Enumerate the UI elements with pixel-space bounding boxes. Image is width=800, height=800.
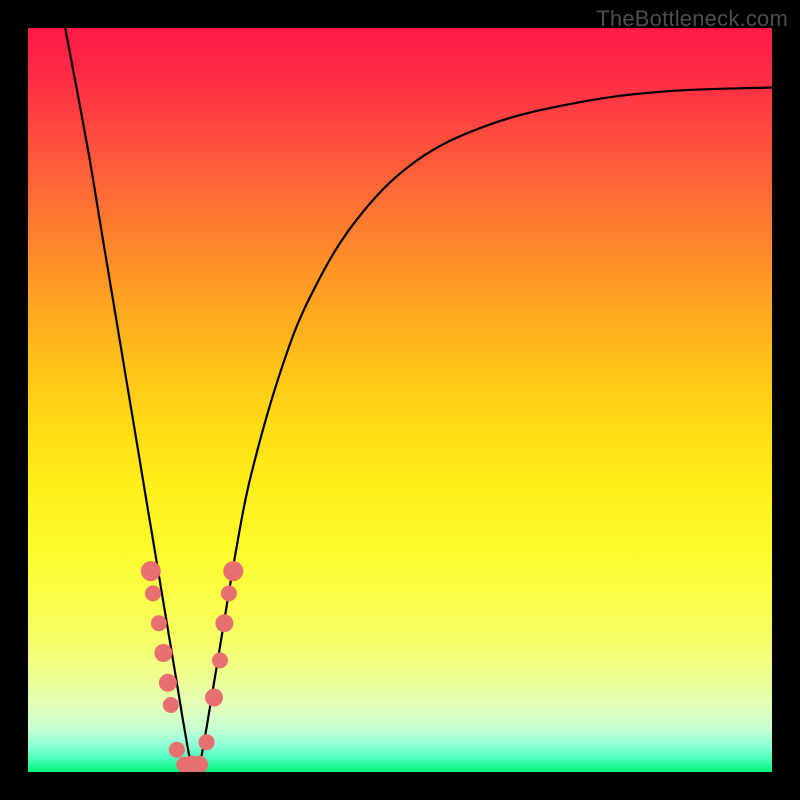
highlight-dot	[212, 652, 228, 668]
highlight-dot	[151, 615, 167, 631]
highlight-dot	[215, 614, 233, 632]
highlight-dot	[205, 689, 223, 707]
plot-area	[28, 28, 772, 772]
watermark-text: TheBottleneck.com	[596, 6, 788, 32]
highlight-dot	[199, 734, 215, 750]
bottleneck-curve	[65, 28, 772, 770]
chart-frame: TheBottleneck.com	[0, 0, 800, 800]
highlight-dot	[145, 585, 161, 601]
bottleneck-curve-svg	[28, 28, 772, 772]
highlight-dots	[141, 561, 244, 772]
highlight-dot	[169, 742, 185, 758]
highlight-dot	[141, 561, 161, 581]
highlight-dot	[159, 674, 177, 692]
highlight-dot	[221, 585, 237, 601]
highlight-dot	[163, 697, 179, 713]
highlight-dot	[154, 644, 172, 662]
highlight-dot	[223, 561, 243, 581]
